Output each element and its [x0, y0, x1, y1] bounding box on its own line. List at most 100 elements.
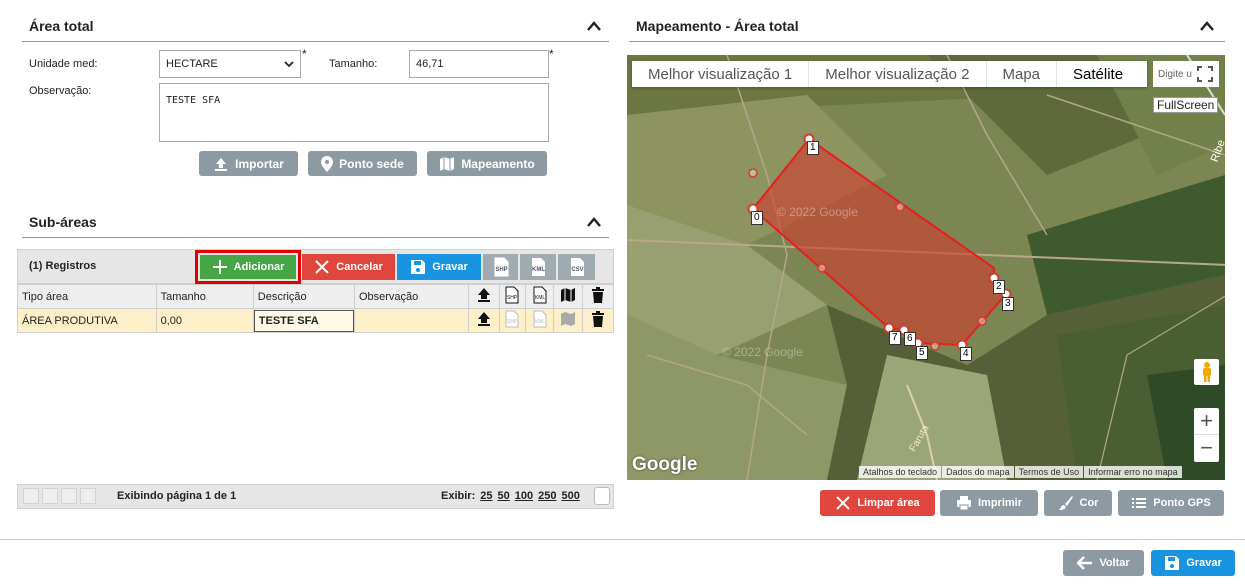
close-icon	[315, 260, 329, 274]
voltar-button[interactable]: Voltar	[1063, 550, 1144, 576]
sub-areas-divider	[22, 237, 609, 238]
shp-file-icon[interactable]: SHP	[504, 310, 520, 328]
collapse-mapeamento-icon[interactable]	[1199, 20, 1215, 32]
vertex-label: 7	[889, 331, 901, 345]
csv-export-button[interactable]: CSV	[558, 254, 595, 280]
kml-file-icon: KML	[533, 286, 547, 304]
page-size-25[interactable]: 25	[480, 490, 492, 502]
records-count: (1) Registros	[29, 260, 97, 272]
kml-file-icon: KML	[532, 258, 545, 276]
page-size-50[interactable]: 50	[497, 490, 509, 502]
unidade-select[interactable]: HECTARE	[159, 50, 301, 78]
svg-text:KML: KML	[534, 319, 545, 325]
fullscreen-tooltip: FullScreen	[1153, 97, 1219, 113]
svg-text:KML: KML	[532, 267, 545, 273]
atalhos-link[interactable]: Atalhos do teclado	[859, 466, 942, 478]
table-row[interactable]: ÁREA PRODUTIVA 0,00 TESTE SFA SHP KML	[17, 308, 615, 333]
fullscreen-icon[interactable]	[1197, 66, 1213, 82]
sub-areas-table: Tipo área Tamanho Descrição Observação S…	[17, 284, 615, 333]
col-tamanho[interactable]: Tamanho	[155, 284, 254, 309]
first-page-icon[interactable]	[23, 488, 39, 504]
table-header-row: Tipo área Tamanho Descrição Observação S…	[17, 284, 615, 309]
sub-areas-title: Sub-áreas	[29, 214, 97, 230]
page-size-250[interactable]: 250	[538, 490, 556, 502]
cell-descricao[interactable]: TESTE SFA	[252, 308, 355, 333]
cor-button[interactable]: Cor	[1044, 490, 1112, 516]
adicionar-button[interactable]: Adicionar	[200, 255, 296, 279]
col-map	[553, 284, 583, 309]
exibir-label: Exibir:	[441, 490, 476, 502]
gravar-subarea-button[interactable]: Gravar	[397, 254, 481, 280]
collapse-sub-areas-icon[interactable]	[586, 216, 602, 228]
last-page-icon[interactable]	[80, 488, 96, 504]
brush-icon	[1058, 496, 1073, 510]
unidade-label: Unidade med:	[29, 58, 98, 70]
csv-file-icon: CSV	[570, 258, 584, 276]
cell-tipo[interactable]: ÁREA PRODUTIVA	[17, 308, 157, 333]
pager-status: Exibindo página 1 de 1	[117, 490, 237, 502]
tab-melhor-visualizacao-2[interactable]: Melhor visualização 2	[809, 61, 987, 87]
observacao-label: Observação:	[29, 85, 92, 97]
mapeamento-button[interactable]: Mapeamento	[427, 151, 547, 176]
prev-page-icon[interactable]	[42, 488, 58, 504]
col-tipo-area[interactable]: Tipo área	[17, 284, 157, 309]
page-size-100[interactable]: 100	[515, 490, 533, 502]
col-descricao[interactable]: Descrição	[252, 284, 355, 309]
map-icon[interactable]	[560, 311, 576, 327]
importar-button[interactable]: Importar	[199, 151, 298, 176]
cancelar-button[interactable]: Cancelar	[302, 254, 395, 280]
col-kml: KML	[524, 284, 555, 309]
kml-file-icon[interactable]: KML	[532, 310, 548, 328]
cell-tamanho[interactable]: 0,00	[155, 308, 254, 333]
pegman-button[interactable]	[1194, 359, 1219, 385]
ponto-gps-button[interactable]: Ponto GPS	[1118, 490, 1224, 516]
pegman-icon	[1202, 362, 1211, 382]
gravar-button[interactable]: Gravar	[1151, 550, 1235, 576]
page-size-500[interactable]: 500	[561, 490, 579, 502]
zoom-out-button[interactable]: −	[1194, 435, 1219, 462]
termos-link[interactable]: Termos de Uso	[1014, 466, 1084, 478]
svg-text:CSV: CSV	[571, 267, 583, 273]
delete-row-cell[interactable]	[581, 308, 615, 333]
observacao-textarea[interactable]: TESTE SFA	[159, 83, 549, 142]
tab-mapa[interactable]: Mapa	[987, 61, 1058, 87]
shp-export-button[interactable]: SHP	[483, 254, 518, 280]
map-row-cell[interactable]	[553, 308, 583, 333]
save-icon	[1165, 556, 1180, 570]
trash-icon[interactable]	[591, 311, 605, 327]
mapeamento-title: Mapeamento - Área total	[636, 18, 799, 34]
tab-melhor-visualizacao-1[interactable]: Melhor visualização 1	[632, 61, 810, 87]
kml-row-cell[interactable]: KML	[524, 308, 555, 333]
ponto-sede-button[interactable]: Ponto sede	[308, 151, 417, 176]
upload-row-cell[interactable]	[468, 308, 500, 333]
upload-icon[interactable]	[477, 311, 491, 327]
map-footer: Atalhos do teclado Dados do mapa Termos …	[859, 466, 1182, 478]
chevron-down-icon	[284, 61, 294, 68]
col-delete	[581, 284, 615, 309]
arrow-left-icon	[1077, 556, 1093, 570]
zoom-in-button[interactable]: +	[1194, 408, 1219, 435]
gravar-label: Gravar	[1186, 557, 1222, 569]
imprimir-button[interactable]: Imprimir	[940, 490, 1038, 516]
limpar-area-button[interactable]: Limpar área	[820, 490, 935, 516]
zoom-control: + −	[1194, 408, 1219, 462]
observacao-value: TESTE SFA	[166, 95, 221, 106]
lightbulb-icon[interactable]	[594, 487, 610, 505]
map-icon	[440, 156, 455, 171]
next-page-icon[interactable]	[61, 488, 77, 504]
tab-satelite[interactable]: Satélite	[1057, 61, 1139, 87]
svg-text:SHP: SHP	[507, 295, 518, 301]
dados-mapa-link[interactable]: Dados do mapa	[942, 466, 1014, 478]
col-shp: SHP	[498, 284, 526, 309]
collapse-area-total-icon[interactable]	[586, 20, 602, 32]
informar-erro-link[interactable]: Informar erro no mapa	[1084, 466, 1182, 478]
col-observacao[interactable]: Observação	[353, 284, 470, 309]
vertex-label: 6	[904, 332, 916, 346]
descricao-input[interactable]: TESTE SFA	[253, 309, 354, 332]
area-polygon[interactable]	[627, 55, 1225, 480]
satellite-map[interactable]: © 2022 Google © 2022 Google Ribe Faruta …	[627, 55, 1225, 480]
cell-observacao[interactable]	[353, 308, 470, 333]
shp-row-cell[interactable]: SHP	[498, 308, 526, 333]
kml-export-button[interactable]: KML	[520, 254, 556, 280]
tamanho-input[interactable]: 46,71	[409, 50, 549, 78]
